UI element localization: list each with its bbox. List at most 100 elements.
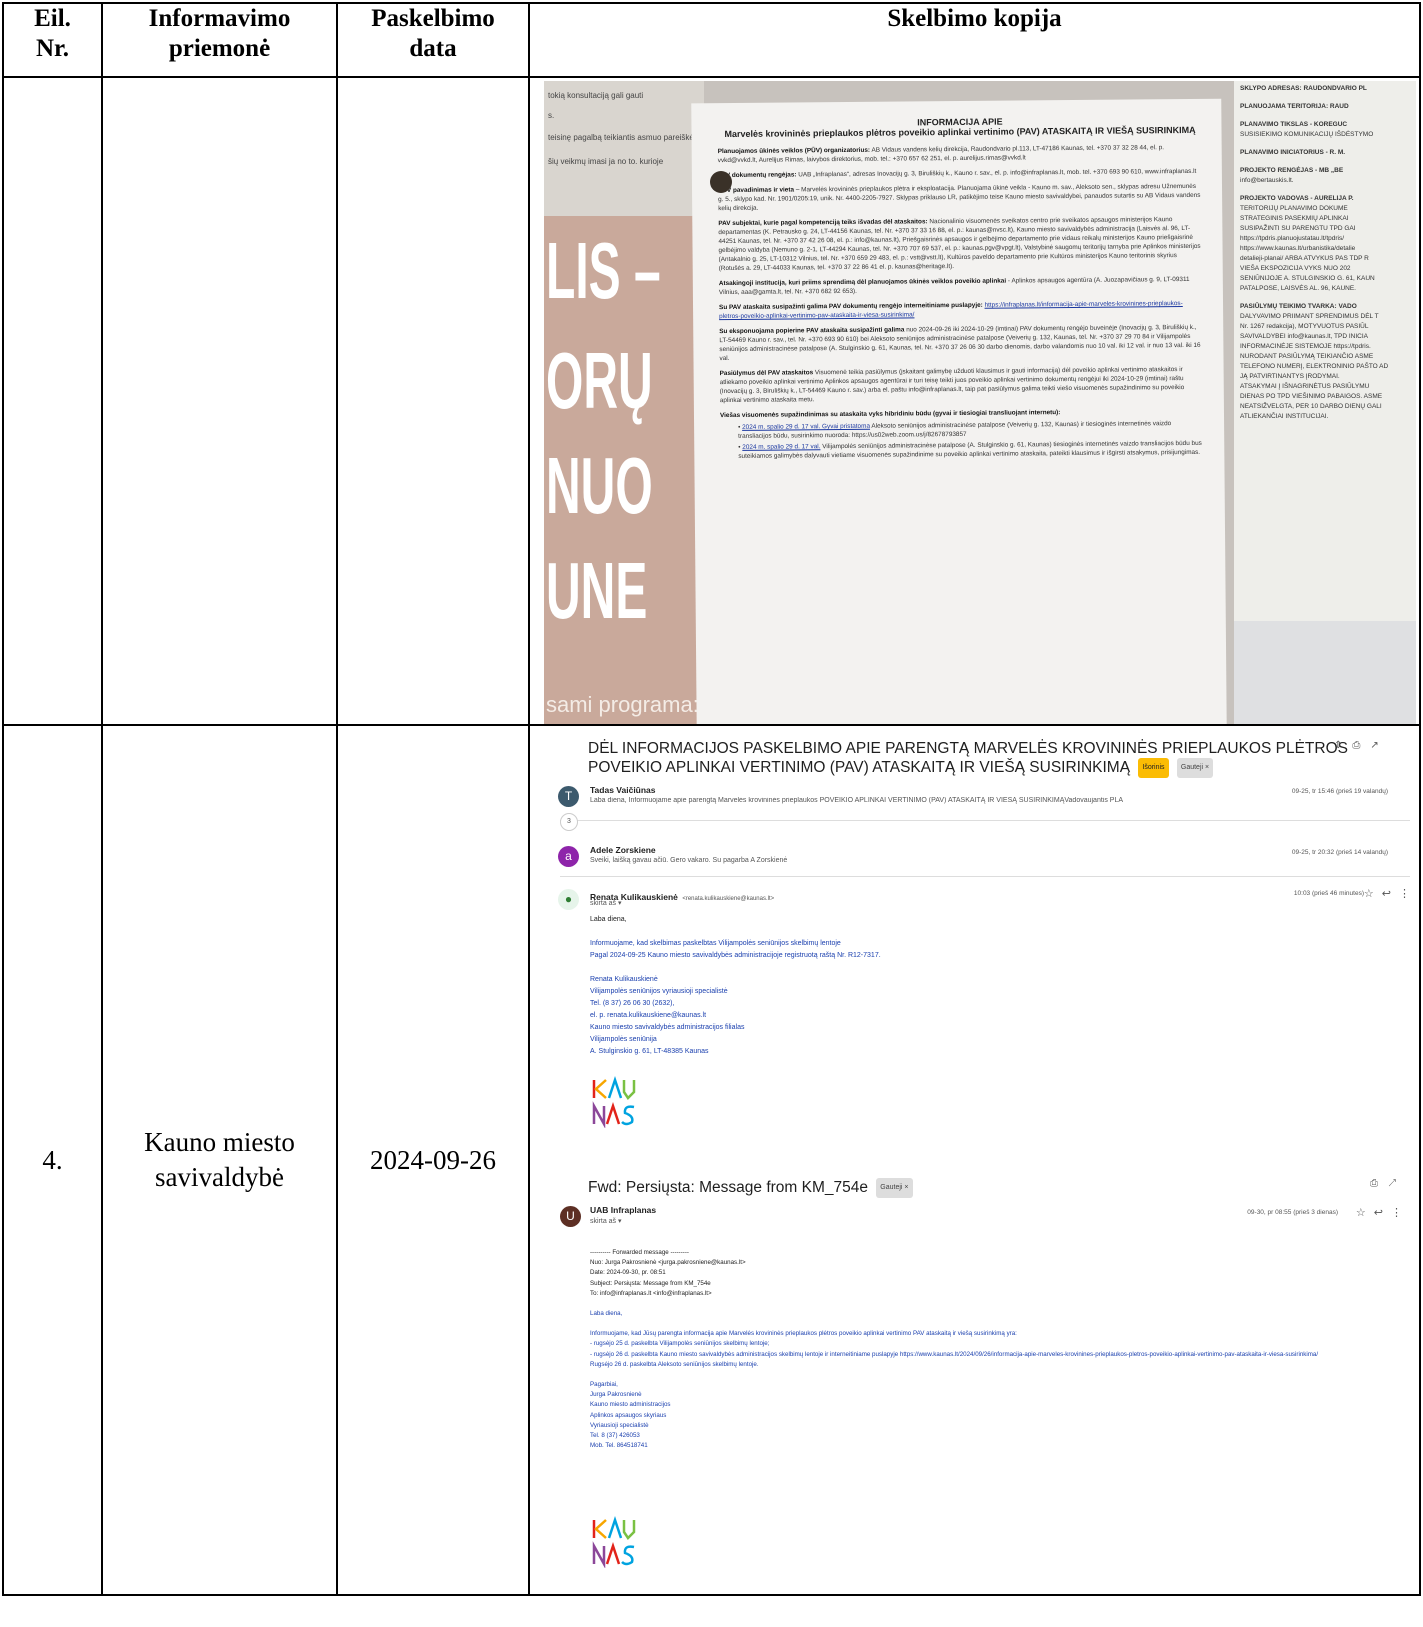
tag-inbox[interactable]: Gauteji × [1176, 758, 1214, 778]
notice-bullet: • 2024 m. spalio 29 d. 17 val. Gyvai pri… [738, 420, 1172, 440]
cell-empty-date [336, 76, 530, 726]
email-body-line [590, 926, 1290, 938]
collapsed-count[interactable]: 3 [560, 813, 578, 831]
person-icon: ● [558, 889, 579, 910]
notice-paper-right: SKLYPO ADRESAS: RAUDONDVARIO PL PLANUOJAM… [1234, 81, 1416, 621]
poster-text: LIS – [546, 226, 661, 315]
email-date: 09-25, tr 20:32 (prieš 14 valandų) [1291, 849, 1388, 856]
right-notice-line: PLANUOJAMA TERITORIJA: RAUD [1240, 103, 1349, 110]
tag-external[interactable]: Išorinis [1138, 758, 1169, 778]
kaunas-logo [590, 1076, 638, 1133]
poster-bottom: sami programa: [546, 692, 699, 717]
email-date: 09-25, tr 15:46 (prieš 19 valandų) [1291, 788, 1388, 795]
email-body-line: Renata Kulikauskienė [590, 976, 658, 983]
notice-paragraph: PAV subjektai, kurie pagal kompetenciją … [718, 216, 1201, 273]
board-text: šių veikmų imasi ja no to. kurioje [548, 157, 664, 166]
notice-paragraph: Su eksponuojama popierine PAV ataskaita … [719, 323, 1201, 363]
email-body-line: Aplinkos apsaugos skyriaus [590, 1411, 667, 1419]
email-subject: Fwd: Persiųsta: Message from KM_754e Gau… [588, 1178, 913, 1198]
notice-board-photo: tokią konsultaciją gali gauti s. teisinę… [544, 81, 1416, 723]
recipient[interactable]: skirta aš ▾ [590, 1217, 622, 1225]
notice-paragraph: Viešas visuomenės supažindinimas su atas… [719, 409, 1061, 420]
email-body-line: Pagarbiai, [590, 1381, 618, 1389]
notice-paragraph: Su PAV ataskaita susipažinti galima PAV … [719, 300, 1183, 321]
notice-paper: INFORMACIJA APIE Marvelės krovininės pri… [691, 98, 1227, 723]
email-body-line: Vilijampolės seniūnijos vyriausioji spec… [590, 988, 728, 995]
email-body-line [590, 1319, 1380, 1329]
email-body-line: Pagal 2024-09-25 Kauno miesto savivaldyb… [590, 952, 881, 959]
email-date: 10:03 (prieš 46 minutes) [1293, 890, 1364, 897]
row-photo: tokią konsultaciją gali gauti s. teisinę… [2, 76, 1421, 726]
right-notice-line: DALYVAVIMO PRIIMANT SPRENDIMUS DĖL T [1240, 313, 1379, 320]
sender-name[interactable]: UAB Infraplanas [590, 1205, 656, 1215]
right-notice-line: https://tpdris.planuojustatau.lt/tpdris/ [1240, 235, 1345, 242]
email-body-line: Nuo: Jurga Pakrosnienė <jurga.pakrosnien… [590, 1259, 746, 1267]
poster-text: ORŲ [546, 336, 653, 425]
print-popout-icons[interactable]: ⎙↗ [1370, 1178, 1406, 1189]
cell-date: 2024-09-26 [336, 724, 530, 1596]
recipient[interactable]: skirta aš ▾ [590, 899, 622, 907]
email-body-line: Laba diena, [590, 1310, 623, 1318]
right-notice-line: DIENAS PO TPD VIEŠINIMO PABAIGOS. ASME [1240, 393, 1383, 400]
email-body-line: Informuojame, kad Jūsų parengta informac… [590, 1330, 1017, 1338]
tag-inbox[interactable]: Gauteji × [876, 1178, 913, 1198]
star-reply-icons[interactable]: ☆↩⋮ [1356, 1206, 1410, 1219]
right-notice-line: info@bertauskis.lt. [1240, 177, 1294, 184]
right-notice-line: PROJEKTO VADOVAS - AURELIJA P. [1240, 195, 1354, 202]
email-body-line: el. p. renata.kulikauskiene@kaunas.lt [590, 1012, 707, 1019]
email-body-line: Rugsėjo 26 d. paskelbta Aleksoto seniūni… [590, 1360, 759, 1368]
email-body-line: Informuojame, kad skelbimas paskelbtas V… [590, 940, 841, 947]
header-medium: Informavimo priemonė [101, 2, 338, 78]
right-notice-line: ATLIEKANČIAI INSTITUCIJAI. [1240, 413, 1329, 420]
notice-table: Eil. Nr. Informavimo priemonė Paskelbimo da… [2, 2, 1421, 1596]
right-notice-line: PATALPOSE, LAISVĖS AL. 96, KAUNE. [1240, 285, 1356, 292]
sender-name[interactable]: Adele Zorskiene [590, 845, 656, 855]
right-notice-line: NEATSIŽVELGTA, PER 10 DARBO DIENŲ GALI [1240, 403, 1382, 410]
right-notice-line: STRATEGINIS PASEKMIŲ APLINKAI [1240, 215, 1349, 222]
star-reply-icons[interactable]: ☆↩⋮ [1364, 887, 1418, 900]
right-notice-line: SKLYPO ADRESAS: RAUDONDVARIO PL [1240, 85, 1367, 92]
notice-paragraph: PAV dokumentų rengėjas: UAB „Infraplanas… [717, 167, 1197, 180]
right-notice-line: Nr. 1267 redakcija), MOTYVUOTUS PASIŪL [1240, 323, 1369, 330]
right-notice-line: SUSIPAŽINTI SU PARENGTU TPD GAI [1240, 225, 1356, 232]
board-text: tokią konsultaciją gali gauti [548, 91, 644, 100]
right-notice-line: JĄ PATVIRTINANTYS ĮRODYMAI. [1240, 373, 1340, 380]
header-row: Eil. Nr. Informavimo priemonė Paskelbimo da… [2, 2, 1421, 78]
notice-bullet: • 2024 m. spalio 29 d. 17 val. Vilijampo… [738, 439, 1202, 460]
notice-paragraph: Planuojamos ūkinės veiklos (PŪV) organiz… [717, 144, 1165, 165]
email-thread-1: DĖL INFORMACIJOS PASKELBIMO APIE PARENGT… [544, 727, 1418, 1158]
email-body-line [590, 1299, 1380, 1309]
email-body-line: Tel. 8 (37) 426053 [590, 1432, 640, 1440]
email-body-line [590, 962, 1290, 974]
email-body-line [590, 1370, 1380, 1380]
right-notice-line: detalieji-planai/ ARBA ATVYKUS PAS TDP R [1240, 255, 1369, 262]
right-notice-text: SKLYPO ADRESAS: RAUDONDVARIO PL PLANUOJAM… [1240, 83, 1416, 421]
email-body-line: - rugsėjo 26 d. paskelbta Kauno miesto s… [590, 1350, 1319, 1358]
email-body-line: - rugsėjo 25 d. paskelbta Vilijampolės s… [590, 1340, 770, 1348]
header-copy: Skelbimo kopija [528, 2, 1421, 78]
sender-name[interactable]: Tadas Vaičiūnas [590, 785, 656, 795]
right-notice-line: TELEFONO NUMERĮ, ELEKTRONINIO PAŠTO AD [1240, 363, 1389, 370]
row-4: 4. Kauno miesto savivaldybė 2024-09-26 DĖ… [2, 724, 1421, 1596]
email-body-line: Kauno miesto savivaldybės administracijo… [590, 1024, 745, 1031]
email-body-line: Subject: Persiųsta: Message from KM_754e [590, 1279, 711, 1287]
email-body-line: A. Stulginskio g. 61, LT-48385 Kaunas [590, 1048, 709, 1055]
email-snippet[interactable]: Laba diena, Informuojame apie parengtą M… [590, 797, 1230, 804]
email-subject: DĖL INFORMACIJOS PASKELBIMO APIE PARENGT… [588, 740, 1348, 778]
board-text: s. [548, 111, 555, 120]
email-body: Laba diena, Informuojame, kad skelbimas p… [590, 914, 1290, 1058]
header-date: Paskelbimo data [336, 2, 530, 78]
right-notice-line: https://www.kaunas.lt/urbanistika/detali… [1240, 245, 1356, 252]
email-body-line: Laba diena, [590, 916, 627, 923]
email-body-line: Vilijampolės seniūnija [590, 1036, 657, 1043]
cell-photo: tokią konsultaciją gali gauti s. teisinę… [528, 76, 1421, 726]
right-notice-line: SAVIVALDYBEI info@kaunas.lt, TPD INICIA [1240, 333, 1368, 340]
email-body-line: To: info@infraplanas.lt <info@infraplana… [590, 1289, 712, 1297]
cell-nr: 4. [2, 724, 103, 1596]
email-body-line: Vyriausioji specialistė [590, 1421, 649, 1429]
email-snippet[interactable]: Sveiki, laišką gavau ačiū. Gero vakaro. … [590, 857, 787, 864]
email-body-line: Date: 2024-09-30, pr. 08:51 [590, 1269, 666, 1277]
email-body-line: Mob. Tel. 864518741 [590, 1442, 648, 1450]
toolbar-icons[interactable]: ⇕⎙↗ [1334, 740, 1389, 751]
cell-emails: DĖL INFORMACIJOS PASKELBIMO APIE PARENGT… [528, 724, 1421, 1596]
